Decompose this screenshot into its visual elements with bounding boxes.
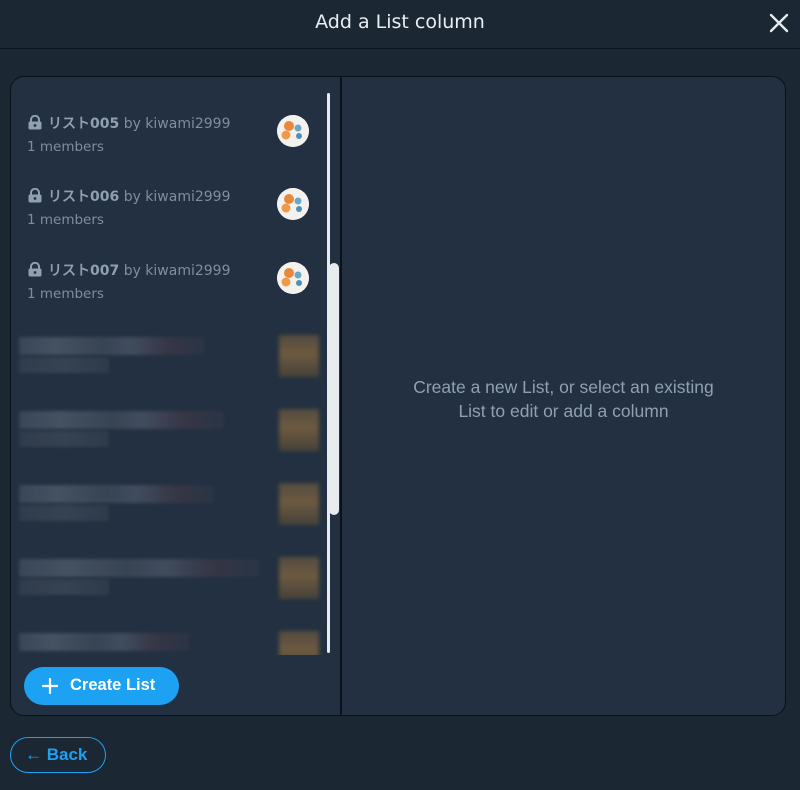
redacted-list-item[interactable] [11, 625, 327, 655]
close-button[interactable] [768, 12, 790, 34]
redacted-title [19, 559, 259, 577]
back-button[interactable]: ← Back [10, 737, 106, 773]
list-of-lists[interactable]: リスト005 by kiwami2999 1 members リスト006 by… [11, 77, 327, 655]
list-members: 1 members [27, 286, 104, 302]
scrollbar-thumb[interactable] [329, 263, 339, 515]
redacted-list-item[interactable] [11, 477, 327, 537]
redacted-members [19, 431, 109, 447]
avatar [277, 262, 309, 294]
redacted-members [19, 579, 109, 595]
list-name: リスト007 [48, 263, 120, 279]
avatar [277, 188, 309, 220]
list-owner: by kiwami2999 [123, 263, 231, 279]
list-item[interactable]: リスト005 by kiwami2999 1 members [11, 77, 327, 155]
redacted-avatar [279, 557, 319, 599]
empty-state-message: Create a new List, or select an existing… [342, 375, 785, 423]
redacted-avatar [279, 483, 319, 525]
redacted-title [19, 633, 189, 651]
redacted-avatar [279, 409, 319, 451]
redacted-list-item[interactable] [11, 329, 327, 389]
lists-column: リスト005 by kiwami2999 1 members リスト006 by… [11, 77, 342, 715]
redacted-avatar [279, 631, 319, 655]
list-detail-column: Create a new List, or select an existing… [342, 77, 785, 715]
close-icon [769, 13, 789, 33]
list-item-title: リスト007 by kiwami2999 [27, 260, 231, 280]
lock-icon [28, 262, 42, 277]
list-owner: by kiwami2999 [123, 116, 231, 132]
plus-icon [42, 678, 58, 694]
list-item[interactable]: リスト006 by kiwami2999 1 members [11, 150, 327, 228]
back-label: ← Back [25, 745, 88, 764]
list-panel: リスト005 by kiwami2999 1 members リスト006 by… [10, 76, 786, 716]
list-owner: by kiwami2999 [123, 189, 231, 205]
avatar [277, 115, 309, 147]
empty-state-line-2: List to edit or add a column [458, 401, 669, 421]
modal-title: Add a List column [315, 11, 485, 33]
list-item[interactable]: リスト007 by kiwami2999 1 members [11, 224, 327, 302]
redacted-members [19, 357, 109, 373]
lock-icon [28, 115, 42, 130]
list-name: リスト006 [48, 189, 120, 205]
create-list-button[interactable]: Create List [24, 667, 179, 705]
redacted-avatar [279, 335, 319, 377]
redacted-title [19, 485, 214, 503]
list-item-title: リスト006 by kiwami2999 [27, 186, 231, 206]
redacted-list-item[interactable] [11, 551, 327, 611]
empty-state-line-1: Create a new List, or select an existing [413, 377, 714, 397]
redacted-list-item[interactable] [11, 403, 327, 463]
redacted-title [19, 337, 204, 355]
lock-icon [28, 188, 42, 203]
list-name: リスト005 [48, 116, 120, 132]
redacted-members [19, 505, 109, 521]
create-list-label: Create List [70, 676, 156, 694]
modal-header: Add a List column [0, 0, 800, 49]
redacted-title [19, 411, 224, 429]
list-item-title: リスト005 by kiwami2999 [27, 113, 231, 133]
